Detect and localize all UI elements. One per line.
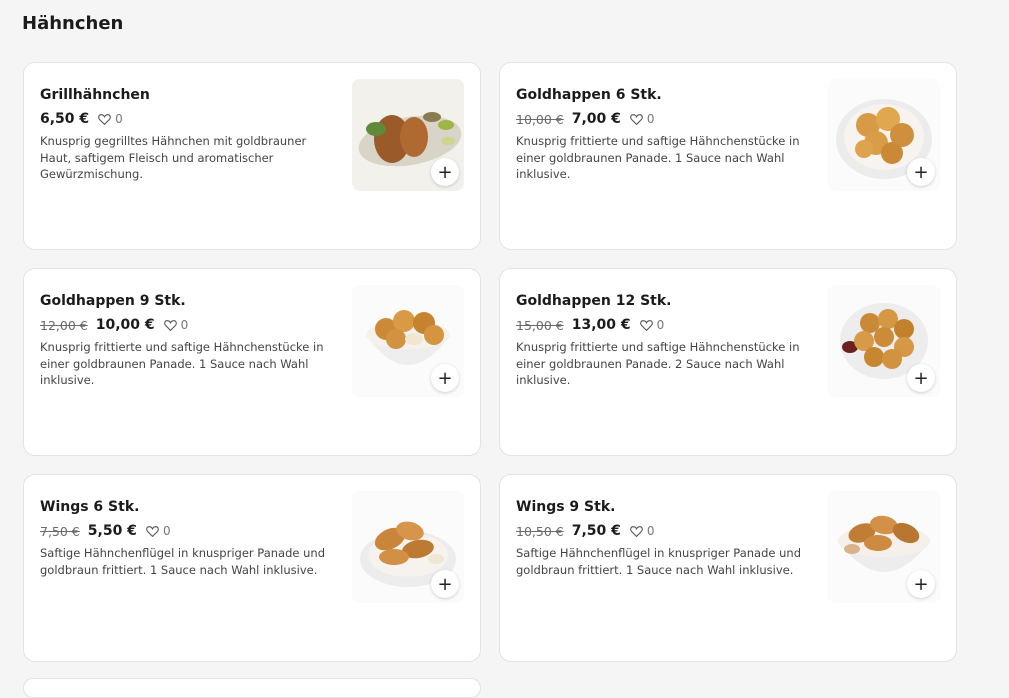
heart-icon bbox=[639, 320, 653, 331]
add-to-cart-button[interactable]: + bbox=[431, 570, 459, 598]
product-card-wings-6[interactable]: Wings 6 Stk. 7,50 € 5,50 € 0 Saftige Häh… bbox=[23, 474, 481, 662]
product-info: Goldhappen 6 Stk. 10,00 € 7,00 € 0 Knusp… bbox=[516, 86, 816, 183]
product-name: Wings 6 Stk. bbox=[40, 499, 140, 515]
heart-icon bbox=[630, 526, 643, 537]
favorite-count: 0 bbox=[115, 112, 123, 126]
add-to-cart-button[interactable]: + bbox=[431, 158, 459, 186]
product-card-goldhappen-12[interactable]: Goldhappen 12 Stk. 15,00 € 13,00 € 0 Knu… bbox=[499, 268, 957, 456]
add-to-cart-button[interactable]: + bbox=[907, 158, 935, 186]
product-name: Goldhappen 6 Stk. bbox=[516, 87, 662, 103]
heart-icon bbox=[98, 114, 111, 125]
price-row: 12,00 € 10,00 € 0 bbox=[40, 316, 340, 334]
product-old-price: 12,00 € bbox=[40, 317, 88, 333]
product-price: 6,50 € bbox=[40, 111, 90, 127]
product-description: Knusprig frittierte und saftige Hähnchen… bbox=[40, 340, 324, 387]
product-name: Grillhähnchen bbox=[40, 87, 150, 103]
price-row: 15,00 € 13,00 € 0 bbox=[516, 316, 816, 334]
product-price: 7,50 € bbox=[571, 523, 621, 539]
product-name: Goldhappen 9 Stk. bbox=[40, 293, 186, 309]
price-row: 6,50 € 0 bbox=[40, 110, 340, 128]
favorite-button[interactable]: 0 bbox=[630, 112, 655, 126]
add-to-cart-button[interactable]: + bbox=[907, 570, 935, 598]
product-description: Knusprig gegrilltes Hähnchen mit goldbra… bbox=[40, 134, 307, 181]
add-to-cart-button[interactable]: + bbox=[907, 364, 935, 392]
favorite-button[interactable]: 0 bbox=[163, 318, 189, 332]
product-card-wings-9[interactable]: Wings 9 Stk. 10,50 € 7,50 € 0 Saftige Hä… bbox=[499, 474, 957, 662]
product-info: Goldhappen 12 Stk. 15,00 € 13,00 € 0 Knu… bbox=[516, 292, 816, 389]
favorite-button[interactable]: 0 bbox=[98, 112, 123, 126]
product-name: Goldhappen 12 Stk. bbox=[516, 293, 672, 309]
favorite-count: 0 bbox=[656, 318, 665, 332]
product-old-price: 10,50 € bbox=[516, 523, 564, 539]
product-old-price: 10,00 € bbox=[516, 111, 564, 127]
favorite-count: 0 bbox=[646, 524, 655, 538]
favorite-button[interactable]: 0 bbox=[146, 524, 171, 538]
favorite-button[interactable]: 0 bbox=[630, 524, 655, 538]
favorite-count: 0 bbox=[162, 524, 171, 538]
product-description: Saftige Hähnchenflügel in knuspriger Pan… bbox=[40, 546, 325, 577]
product-price: 13,00 € bbox=[571, 317, 631, 333]
price-row: 10,50 € 7,50 € 0 bbox=[516, 522, 816, 540]
favorite-count: 0 bbox=[180, 318, 189, 332]
product-card-goldhappen-9[interactable]: Goldhappen 9 Stk. 12,00 € 10,00 € 0 Knus… bbox=[23, 268, 481, 456]
product-price: 5,50 € bbox=[87, 523, 137, 539]
product-info: Goldhappen 9 Stk. 12,00 € 10,00 € 0 Knus… bbox=[40, 292, 340, 389]
add-to-cart-button[interactable]: + bbox=[431, 364, 459, 392]
product-price: 10,00 € bbox=[95, 317, 155, 333]
product-info: Wings 6 Stk. 7,50 € 5,50 € 0 Saftige Häh… bbox=[40, 498, 340, 578]
product-price: 7,00 € bbox=[571, 111, 621, 127]
heart-icon bbox=[163, 320, 177, 331]
product-name: Wings 9 Stk. bbox=[516, 499, 616, 515]
product-card-goldhappen-6[interactable]: Goldhappen 6 Stk. 10,00 € 7,00 € 0 Knusp… bbox=[499, 62, 957, 250]
product-description: Saftige Hähnchenflügel in knuspriger Pan… bbox=[516, 546, 801, 577]
price-row: 7,50 € 5,50 € 0 bbox=[40, 522, 340, 540]
heart-icon bbox=[146, 526, 159, 537]
product-info: Wings 9 Stk. 10,50 € 7,50 € 0 Saftige Hä… bbox=[516, 498, 816, 578]
product-description: Knusprig frittierte und saftige Hähnchen… bbox=[516, 340, 800, 387]
price-row: 10,00 € 7,00 € 0 bbox=[516, 110, 816, 128]
favorite-button[interactable]: 0 bbox=[639, 318, 665, 332]
product-card-partial[interactable] bbox=[23, 678, 481, 698]
heart-icon bbox=[630, 114, 643, 125]
product-info: Grillhähnchen 6,50 € 0 Knusprig gegrillt… bbox=[40, 86, 340, 183]
product-description: Knusprig frittierte und saftige Hähnchen… bbox=[516, 134, 800, 181]
product-card-grillhaehnchen[interactable]: Grillhähnchen 6,50 € 0 Knusprig gegrillt… bbox=[23, 62, 481, 250]
product-old-price: 7,50 € bbox=[40, 523, 80, 539]
product-old-price: 15,00 € bbox=[516, 317, 564, 333]
section-title: Hähnchen bbox=[22, 13, 124, 34]
favorite-count: 0 bbox=[646, 112, 655, 126]
